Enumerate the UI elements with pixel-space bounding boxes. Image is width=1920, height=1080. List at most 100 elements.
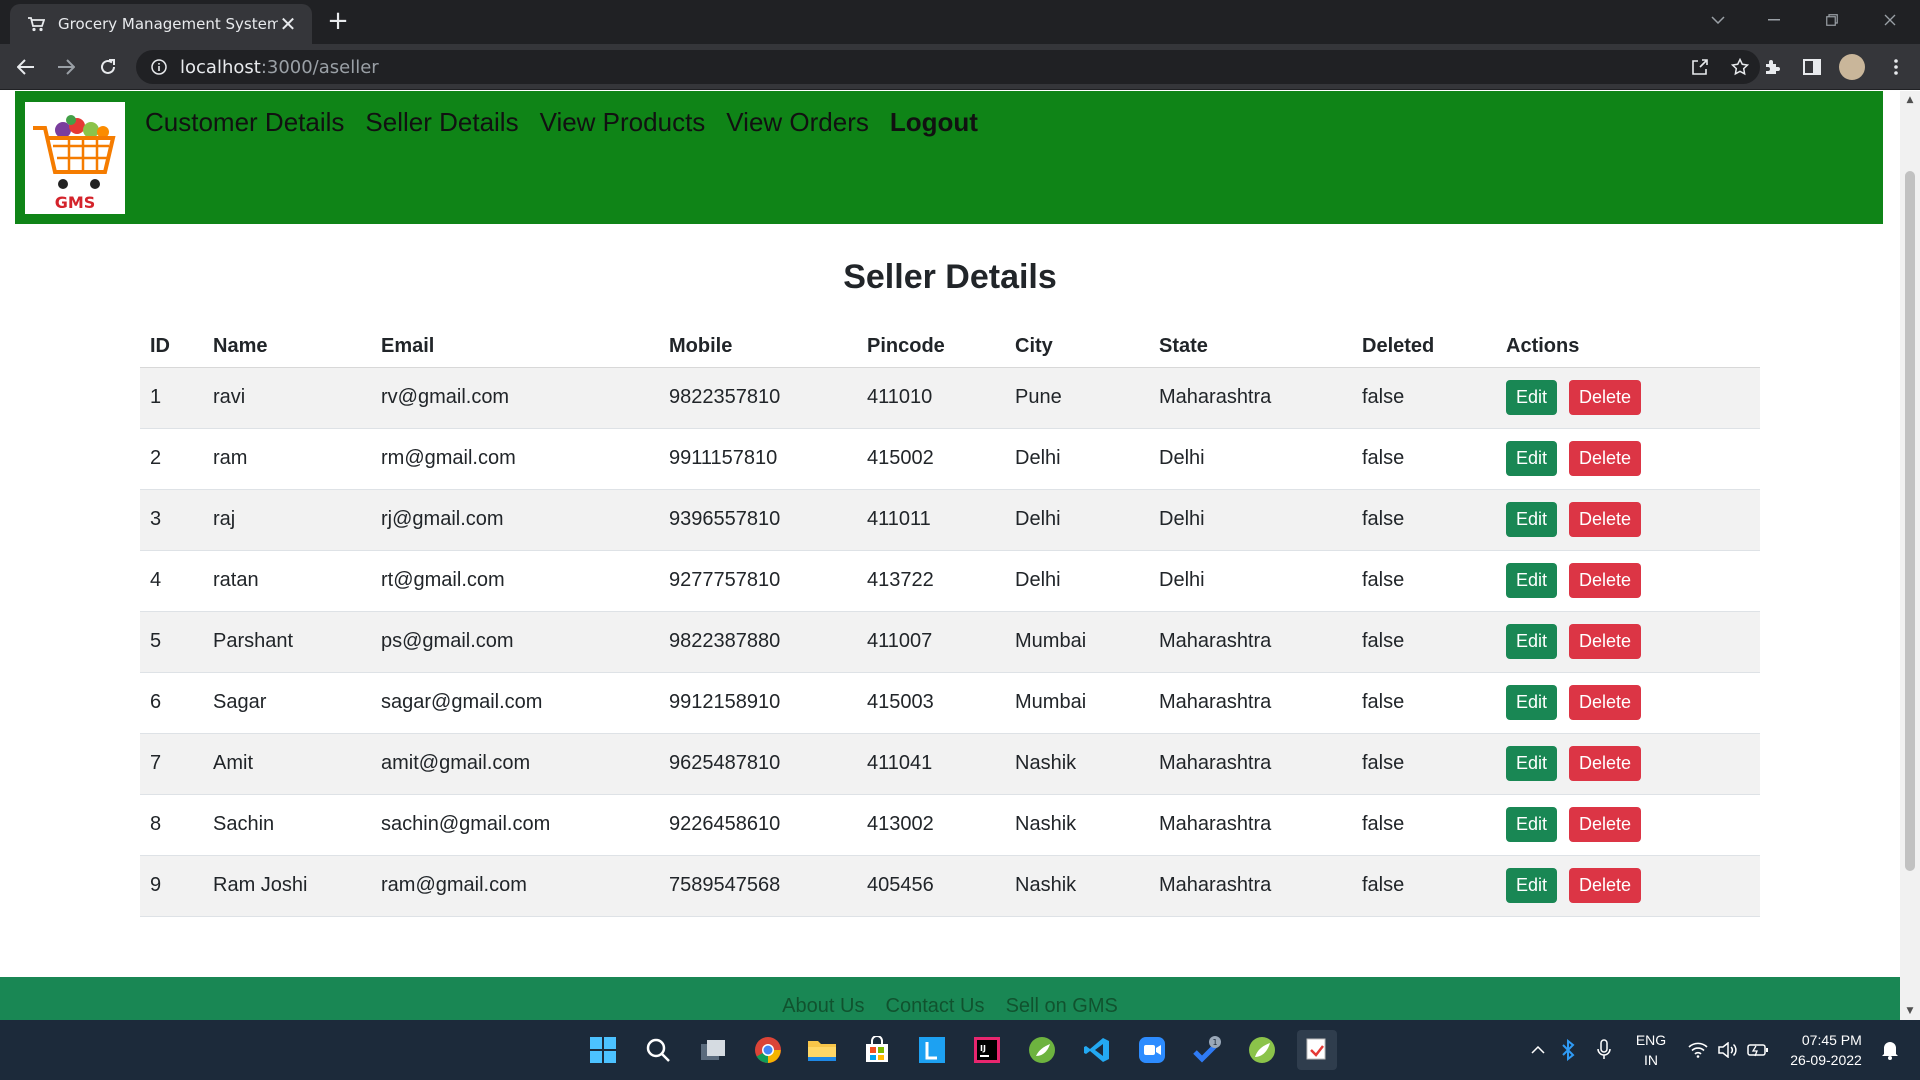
bookmark-star-icon[interactable] bbox=[1722, 50, 1758, 84]
scroll-thumb[interactable] bbox=[1905, 171, 1915, 871]
cell-city: Nashik bbox=[1005, 855, 1149, 917]
todo-icon[interactable]: 1 bbox=[1187, 1030, 1227, 1070]
tab-close-icon[interactable]: ✕ bbox=[278, 12, 298, 36]
vscode-icon[interactable] bbox=[1077, 1030, 1117, 1070]
close-window-icon[interactable] bbox=[1862, 0, 1918, 40]
nav-logout[interactable]: Logout bbox=[890, 107, 978, 138]
col-header-mobile: Mobile bbox=[659, 327, 857, 368]
wifi-icon[interactable] bbox=[1684, 1020, 1712, 1080]
edit-button[interactable]: Edit bbox=[1506, 868, 1558, 903]
cell-pincode: 411041 bbox=[857, 733, 1005, 795]
cell-name: Parshant bbox=[203, 611, 371, 673]
footer-contact-us[interactable]: Contact Us bbox=[886, 995, 985, 1017]
row-actions: Edit Delete bbox=[1506, 551, 1750, 611]
scroll-down-icon[interactable]: ▼ bbox=[1905, 1006, 1915, 1016]
cell-email: ram@gmail.com bbox=[371, 855, 659, 917]
search-icon[interactable] bbox=[638, 1030, 678, 1070]
cell-id: 3 bbox=[140, 489, 203, 551]
snipping-tool-icon[interactable] bbox=[1297, 1030, 1337, 1070]
delete-button[interactable]: Delete bbox=[1569, 807, 1642, 842]
file-explorer-icon[interactable] bbox=[802, 1030, 842, 1070]
chrome-icon[interactable] bbox=[748, 1030, 788, 1070]
notification-icon[interactable] bbox=[1876, 1020, 1904, 1080]
nav-view-products[interactable]: View Products bbox=[540, 107, 706, 138]
address-bar[interactable]: localhost:3000/aseller bbox=[136, 50, 1760, 84]
spring-tool-icon[interactable] bbox=[1022, 1030, 1062, 1070]
spring-boot-icon[interactable] bbox=[1242, 1030, 1282, 1070]
delete-button[interactable]: Delete bbox=[1569, 502, 1642, 537]
clock-time: 07:45 PM bbox=[1801, 1032, 1862, 1048]
footer-about-us[interactable]: About Us bbox=[782, 995, 864, 1017]
gms-logo[interactable]: GMS bbox=[25, 102, 125, 214]
cell-id: 1 bbox=[140, 367, 203, 429]
edit-button[interactable]: Edit bbox=[1506, 685, 1558, 720]
cell-pincode: 405456 bbox=[857, 855, 1005, 917]
delete-button[interactable]: Delete bbox=[1569, 746, 1642, 781]
windows-start-icon[interactable] bbox=[583, 1030, 623, 1070]
delete-button[interactable]: Delete bbox=[1569, 868, 1642, 903]
tray-overflow-icon[interactable] bbox=[1526, 1020, 1550, 1080]
table-row: 2 ram rm@gmail.com 9911157810 415002 Delhi Del… bbox=[140, 428, 1760, 490]
cell-id: 2 bbox=[140, 428, 203, 490]
edit-button[interactable]: Edit bbox=[1506, 441, 1558, 476]
nav-seller-details[interactable]: Seller Details bbox=[365, 107, 518, 138]
delete-button[interactable]: Delete bbox=[1569, 441, 1642, 476]
nav-customer-details[interactable]: Customer Details bbox=[145, 107, 344, 138]
back-icon[interactable] bbox=[10, 51, 42, 83]
bluetooth-icon[interactable] bbox=[1556, 1020, 1580, 1080]
edit-button[interactable]: Edit bbox=[1506, 380, 1558, 415]
battery-icon[interactable] bbox=[1744, 1020, 1772, 1080]
table-row: 9 Ram Joshi ram@gmail.com 7589547568 405456 N… bbox=[140, 855, 1760, 917]
cell-mobile: 9396557810 bbox=[659, 489, 857, 551]
lens-app-icon[interactable] bbox=[912, 1030, 952, 1070]
delete-button[interactable]: Delete bbox=[1569, 563, 1642, 598]
cell-actions: Edit Delete bbox=[1496, 733, 1760, 795]
new-tab-button[interactable]: + bbox=[322, 6, 354, 38]
menu-kebab-icon[interactable] bbox=[1880, 51, 1912, 83]
cell-pincode: 411010 bbox=[857, 367, 1005, 429]
footer-sell-on-gms[interactable]: Sell on GMS bbox=[1006, 995, 1118, 1017]
edit-button[interactable]: Edit bbox=[1506, 746, 1558, 781]
delete-button[interactable]: Delete bbox=[1569, 624, 1642, 659]
language-indicator[interactable]: ENG IN bbox=[1630, 1020, 1672, 1080]
system-clock[interactable]: 07:45 PM 26-09-2022 bbox=[1780, 1020, 1872, 1080]
edit-button[interactable]: Edit bbox=[1506, 807, 1558, 842]
browser-tab[interactable]: Grocery Management System ✕ bbox=[10, 4, 312, 44]
page-scrollbar[interactable]: ▲ ▼ bbox=[1900, 91, 1920, 1020]
volume-icon[interactable] bbox=[1714, 1020, 1742, 1080]
reload-icon[interactable] bbox=[92, 51, 124, 83]
share-icon[interactable] bbox=[1682, 50, 1718, 84]
restore-icon[interactable] bbox=[1804, 0, 1860, 40]
cell-deleted: false bbox=[1352, 611, 1496, 673]
edit-button[interactable]: Edit bbox=[1506, 502, 1558, 537]
cell-email: amit@gmail.com bbox=[371, 733, 659, 795]
row-actions: Edit Delete bbox=[1506, 673, 1750, 733]
delete-button[interactable]: Delete bbox=[1569, 380, 1642, 415]
microsoft-store-icon[interactable] bbox=[857, 1030, 897, 1070]
delete-button[interactable]: Delete bbox=[1569, 685, 1642, 720]
edit-button[interactable]: Edit bbox=[1506, 563, 1558, 598]
minimize-icon[interactable] bbox=[1746, 0, 1802, 40]
extensions-icon[interactable] bbox=[1756, 51, 1788, 83]
cell-city: Nashik bbox=[1005, 794, 1149, 856]
tab-search-icon[interactable] bbox=[1690, 0, 1746, 40]
cell-email: sagar@gmail.com bbox=[371, 672, 659, 734]
nav-view-orders[interactable]: View Orders bbox=[726, 107, 869, 138]
profile-avatar[interactable] bbox=[1836, 51, 1868, 83]
cell-mobile: 9911157810 bbox=[659, 428, 857, 490]
cell-actions: Edit Delete bbox=[1496, 794, 1760, 856]
zoom-icon[interactable] bbox=[1132, 1030, 1172, 1070]
table-row: 4 ratan rt@gmail.com 9277757810 413722 Delhi D… bbox=[140, 550, 1760, 612]
table-header-row: ID Name Email Mobile Pincode City State … bbox=[140, 327, 1760, 368]
edit-button[interactable]: Edit bbox=[1506, 624, 1558, 659]
microphone-icon[interactable] bbox=[1590, 1020, 1618, 1080]
row-actions: Edit Delete bbox=[1506, 734, 1750, 794]
cart-favicon-icon bbox=[26, 15, 46, 33]
intellij-icon[interactable]: IJ bbox=[967, 1030, 1007, 1070]
scroll-up-icon[interactable]: ▲ bbox=[1905, 95, 1915, 105]
task-view-icon[interactable] bbox=[693, 1030, 733, 1070]
side-panel-icon[interactable] bbox=[1796, 51, 1828, 83]
site-info-icon[interactable] bbox=[150, 58, 168, 76]
svg-text:IJ: IJ bbox=[980, 1044, 986, 1053]
forward-icon[interactable] bbox=[50, 51, 82, 83]
